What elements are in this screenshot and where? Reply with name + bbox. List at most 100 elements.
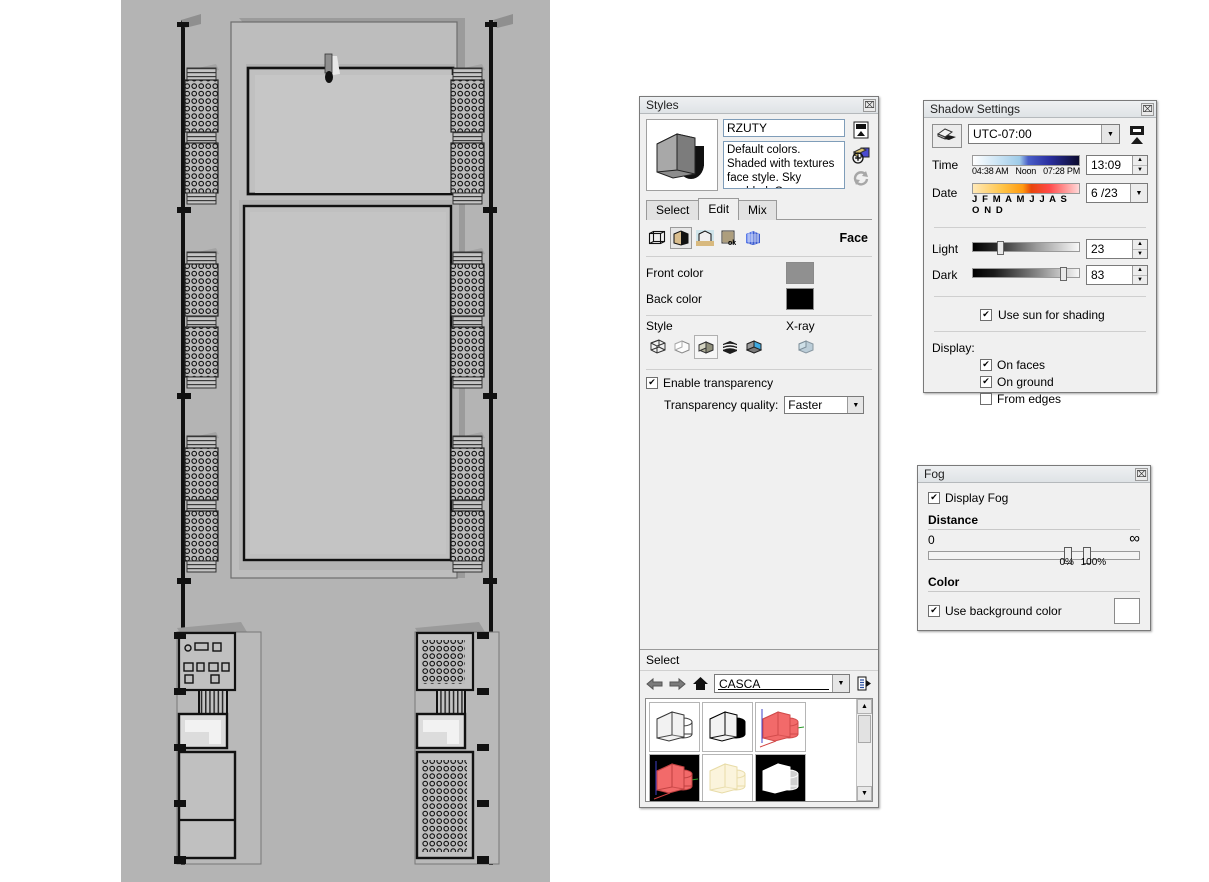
style-thumb-3[interactable] [755,702,806,752]
timezone-select[interactable]: UTC-07:00 ▼ [968,124,1120,144]
on-faces-row[interactable]: On faces [980,358,1148,372]
watermark-settings-icon[interactable]: ok [718,227,740,249]
close-icon[interactable]: ⌧ [863,98,876,112]
date-slider[interactable]: J F M A M J J A S O N D [972,183,1080,216]
details-menu-icon[interactable] [855,675,873,693]
dark-value-input[interactable]: 83 ▲ ▼ [1086,265,1148,285]
light-value-input[interactable]: 23 ▲ ▼ [1086,239,1148,259]
modeling-settings-icon[interactable] [742,227,764,249]
display-fog-checkbox[interactable] [928,492,940,504]
use-background-color-checkbox[interactable] [928,605,940,617]
dark-slider[interactable] [972,265,1080,281]
style-thumb-1[interactable] [649,702,700,752]
style-thumb-6[interactable] [755,754,806,801]
time-value-input[interactable]: 13:09 ▲ ▼ [1086,155,1148,175]
expand-collapse-icon[interactable] [1126,124,1148,146]
divider [934,331,1146,332]
forward-arrow-icon[interactable] [668,675,686,693]
scroll-up-arrow-icon[interactable]: ▲ [857,699,872,714]
fog-color-swatch[interactable] [1114,598,1140,624]
face-style-buttons[interactable] [646,335,872,359]
styles-window-title: Styles [646,98,679,112]
transparency-quality-row[interactable]: Transparency quality: Faster ▼ [664,396,872,414]
shadow-window-titlebar[interactable]: Shadow Settings ⌧ [924,101,1156,118]
toggle-secondary-pane-icon[interactable] [851,120,871,140]
style-library-select[interactable]: CASCA ▼ [714,674,850,693]
home-icon[interactable] [691,675,709,693]
distance-tick-right: 100% [1080,557,1107,568]
from-edges-checkbox[interactable] [980,393,992,405]
back-arrow-icon[interactable] [645,675,663,693]
divider [646,369,872,370]
use-sun-label: Use sun for shading [998,308,1105,322]
thumbnail-scrollbar[interactable]: ▲ ▼ [856,699,872,801]
monochrome-face-style-icon[interactable] [742,335,766,359]
update-style-icon[interactable] [851,168,871,188]
scroll-down-arrow-icon[interactable]: ▼ [857,786,872,801]
shaded-with-textures-face-style-icon[interactable] [718,335,742,359]
chevron-down-icon: ▼ [847,397,864,413]
style-thumbnail-grid[interactable] [646,699,856,801]
show-shadows-toggle-icon[interactable] [932,124,962,148]
front-color-row: Front color [646,260,872,286]
enable-transparency-row[interactable]: Enable transparency [646,376,872,390]
edit-category-toolbar[interactable]: ok Face [646,225,872,253]
tab-mix[interactable]: Mix [738,200,777,220]
infinity-icon: ∞ [1129,530,1140,547]
style-name-input[interactable]: RZUTY [723,119,845,137]
styles-window[interactable]: Styles ⌧ RZUTY Default colors. Shaded wi… [639,96,879,808]
styles-window-titlebar[interactable]: Styles ⌧ [640,97,878,114]
back-color-swatch[interactable] [786,288,814,310]
create-new-style-icon[interactable] [851,144,871,164]
date-picker-chevron-down-icon[interactable]: ▼ [1130,184,1147,202]
transparency-quality-select[interactable]: Faster ▼ [784,396,865,414]
xray-face-style-icon[interactable] [794,335,818,359]
divider [646,256,872,257]
display-options[interactable]: On faces On ground From edges [932,358,1148,406]
scrollbar-thumb[interactable] [858,715,871,743]
styles-tabs[interactable]: Select Edit Mix [646,198,872,220]
close-icon[interactable]: ⌧ [1135,467,1148,481]
style-select-pane: Select CASCA ▼ ▲ ▼ [640,649,878,807]
face-settings-icon[interactable] [670,227,692,249]
fog-window-titlebar[interactable]: Fog ⌧ [918,466,1150,483]
style-thumbnail-list[interactable]: ▲ ▼ [645,698,873,802]
fog-window[interactable]: Fog ⌧ Display Fog Distance 0 ∞ 0% 100% C… [917,465,1151,631]
sketchup-3d-viewport[interactable] [121,0,550,882]
style-thumb-5[interactable] [702,754,753,801]
time-spinner[interactable]: ▲ ▼ [1132,156,1147,174]
tab-select[interactable]: Select [646,200,700,220]
date-value-input[interactable]: 6 /23 ▼ [1086,183,1148,203]
front-color-label: Front color [646,266,704,280]
tab-edit[interactable]: Edit [698,198,740,220]
edge-settings-icon[interactable] [646,227,668,249]
front-color-swatch[interactable] [786,262,814,284]
background-settings-icon[interactable] [694,227,716,249]
use-sun-row[interactable]: Use sun for shading [932,308,1148,322]
time-slider[interactable]: 04:38 AM Noon 07:28 PM [972,155,1080,176]
light-slider[interactable] [972,239,1080,255]
shaded-face-style-icon[interactable] [694,335,718,359]
shadow-settings-window[interactable]: Shadow Settings ⌧ UTC-07:00 ▼ Time 04:38… [923,100,1157,406]
dark-spinner[interactable]: ▲ ▼ [1132,266,1147,284]
style-description-input[interactable]: Default colors. Shaded with textures fac… [723,141,845,189]
on-ground-checkbox[interactable] [980,376,992,388]
close-icon[interactable]: ⌧ [1141,102,1154,116]
hidden-line-face-style-icon[interactable] [670,335,694,359]
style-thumb-2[interactable] [702,702,753,752]
wireframe-face-style-icon[interactable] [646,335,670,359]
use-sun-checkbox[interactable] [980,309,992,321]
use-background-color-row[interactable]: Use background color [928,604,1114,618]
style-thumb-4[interactable] [649,754,700,801]
distance-tick-left: 0% [1059,557,1074,568]
on-ground-row[interactable]: On ground [980,375,1148,389]
light-spinner[interactable]: ▲ ▼ [1132,240,1147,258]
fog-distance-slider[interactable]: 0 ∞ 0% 100% [928,530,1140,568]
select-pane-toolbar[interactable]: CASCA ▼ [640,671,878,696]
enable-transparency-checkbox[interactable] [646,377,658,389]
scrollbar-track[interactable] [857,744,872,786]
from-edges-row[interactable]: From edges [980,392,1148,406]
display-fog-row[interactable]: Display Fog [928,491,1140,505]
fog-distance-track[interactable] [928,551,1140,560]
on-faces-checkbox[interactable] [980,359,992,371]
